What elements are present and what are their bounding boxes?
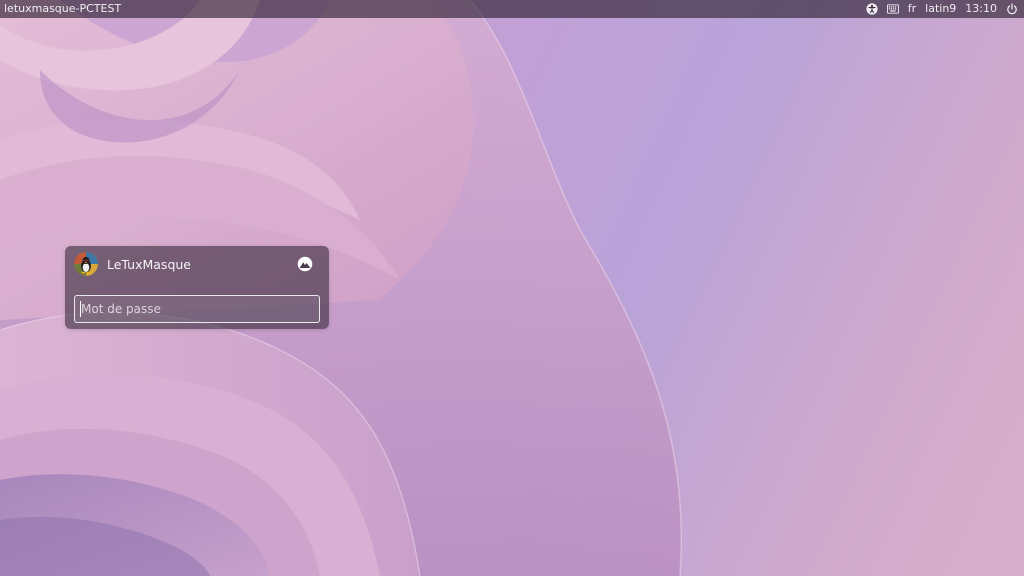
keyboard-variant-label[interactable]: latin9 — [925, 0, 956, 18]
session-chooser-button[interactable] — [296, 255, 314, 273]
hostname-label: letuxmasque-PCTEST — [4, 2, 122, 15]
session-chooser-icon — [297, 256, 313, 272]
text-caret — [80, 301, 81, 317]
keyboard-layout-label[interactable]: fr — [908, 0, 916, 18]
accessibility-icon[interactable] — [866, 3, 878, 15]
keyboard-icon[interactable] — [886, 3, 899, 15]
power-icon[interactable] — [1006, 3, 1018, 15]
clock-label[interactable]: 13:10 — [965, 0, 997, 18]
login-card: LeTuxMasque — [65, 246, 329, 329]
tux-avatar — [74, 252, 98, 276]
top-panel: letuxmasque-PCTEST fr latin9 13:10 — [0, 0, 1024, 18]
user-row[interactable]: LeTuxMasque — [74, 252, 320, 276]
username-label: LeTuxMasque — [107, 256, 191, 272]
password-input[interactable] — [74, 295, 320, 323]
